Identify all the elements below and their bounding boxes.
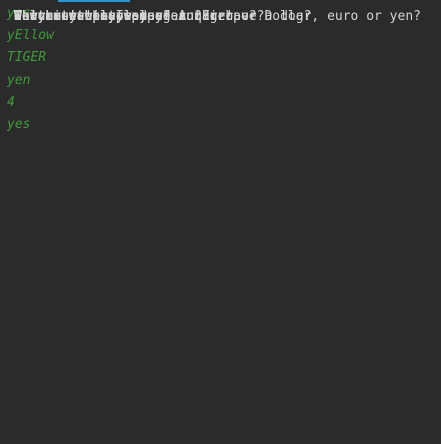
console-user-input-line: TIGER [7,50,47,66]
console-user-input-line: 4 [7,94,15,110]
console-user-input-line: yen [7,72,31,88]
console-user-input-line: yEllow [7,28,54,44]
console-user-input-line: yes [7,116,31,132]
console-output-line: What is the color of sun? [14,9,210,24]
active-tab-indicator [58,0,130,2]
run-console[interactable]: Welcome to my computer quiz! Do you want… [0,0,441,444]
console-output[interactable]: Welcome to my computer quiz! Do you want… [7,3,437,444]
